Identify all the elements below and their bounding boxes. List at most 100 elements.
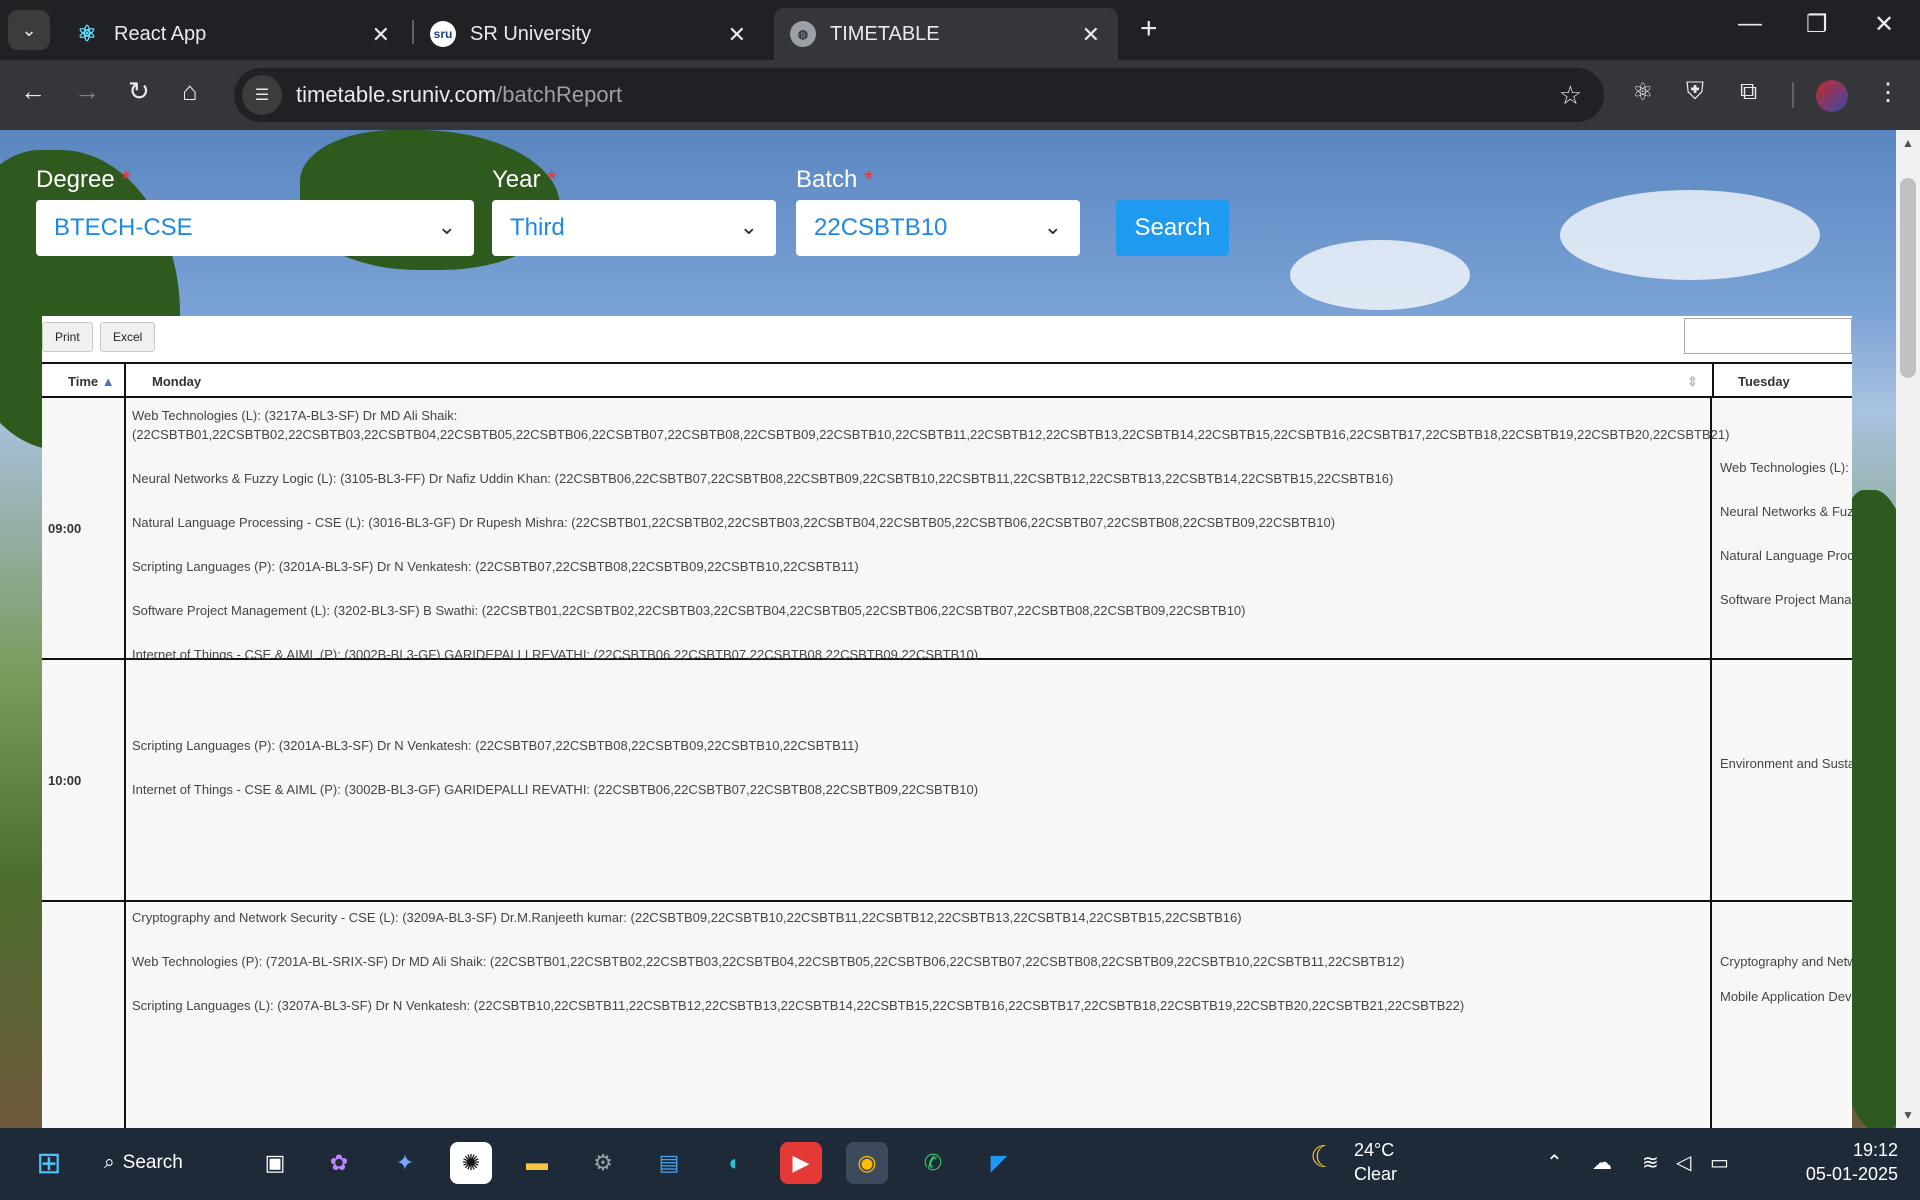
tab-sr-university[interactable]: sru SR University ✕ — [414, 8, 764, 60]
close-tab-icon[interactable]: ✕ — [1082, 22, 1100, 48]
page-scrollbar[interactable]: ▲ ▼ — [1896, 130, 1920, 1128]
scrollbar-thumb[interactable] — [1900, 178, 1916, 378]
column-header-time[interactable]: Time ▲ — [68, 374, 115, 389]
class-entry: Internet of Things - CSE & AIML (P): (30… — [132, 782, 979, 797]
class-entry: Cryptography and Network Security - CSE … — [132, 910, 1242, 925]
year-select[interactable]: Third ⌄ — [492, 200, 776, 256]
table-row: Cryptography and Network Security - CSE … — [42, 902, 1852, 1128]
sru-logo-icon: sru — [430, 21, 456, 47]
taskbar-search-button[interactable]: ⌕ Search — [104, 1142, 216, 1184]
page-background: Degree * BTECH-CSE ⌄ Year * Third ⌄ Batc… — [0, 130, 1896, 1128]
column-header-tuesday[interactable]: Tuesday — [1738, 374, 1790, 389]
time-cell: 09:00 — [42, 398, 126, 658]
youtube-icon[interactable]: ▶ — [780, 1142, 822, 1184]
tab-title: TIMETABLE — [830, 22, 940, 45]
onedrive-cloud-icon[interactable]: ☁ — [1592, 1150, 1612, 1175]
table-header: Time ▲ Monday ⇕ Tuesday — [42, 362, 1852, 398]
home-icon[interactable]: ⌂ — [182, 76, 198, 107]
search-button[interactable]: Search — [1116, 200, 1229, 256]
close-window-icon[interactable]: ✕ — [1874, 10, 1894, 39]
react-icon: ⚛ — [77, 21, 97, 46]
chevron-down-icon: ⌄ — [739, 214, 758, 239]
batch-select[interactable]: 22CSBTB10 ⌄ — [796, 200, 1080, 256]
whatsapp-icon[interactable]: ✆ — [912, 1142, 954, 1184]
browser-menu-icon[interactable]: ⋮ — [1876, 78, 1900, 107]
close-tab-icon[interactable]: ✕ — [372, 22, 390, 48]
excel-button[interactable]: Excel — [100, 322, 156, 352]
vscode-icon[interactable]: ◤ — [978, 1142, 1020, 1184]
tab-timetable[interactable]: ◍ TIMETABLE ✕ — [774, 8, 1118, 60]
tab-title: React App — [114, 22, 207, 45]
chevron-down-icon: ⌄ — [1043, 214, 1062, 239]
time-cell — [42, 902, 126, 1128]
cloud-decoration — [1290, 240, 1470, 310]
print-button[interactable]: Print — [42, 322, 93, 352]
search-icon: ⌕ — [104, 1152, 115, 1173]
forward-arrow-icon[interactable]: → — [74, 76, 100, 107]
class-entry: Scripting Languages (P): (3201A-BL3-SF) … — [132, 559, 859, 574]
class-entry: Natural Language Processing - CSE (L): (… — [132, 515, 1336, 530]
monday-cell: Scripting Languages (P): (3201A-BL3-SF) … — [126, 660, 1712, 900]
class-entry: Neural Networks & Fuzzy Logic (L): (3105… — [132, 471, 1394, 486]
sort-icon[interactable]: ⇕ — [1687, 374, 1698, 390]
reload-icon[interactable]: ↻ — [128, 76, 150, 107]
sort-ascending-icon: ▲ — [101, 374, 115, 389]
tuesday-cell: Web Technologies (L): Neural Networks & … — [1714, 398, 1852, 658]
close-tab-icon[interactable]: ✕ — [728, 22, 746, 48]
monday-cell: Cryptography and Network Security - CSE … — [126, 902, 1712, 1128]
browser-tabstrip: ⌄ ⚛ React App ✕ sru SR University ✕ ◍ TI… — [0, 0, 1920, 60]
time-cell: 10:00 — [42, 660, 126, 900]
windows-start-icon[interactable]: ⊞ — [28, 1142, 70, 1184]
shield-extension-icon[interactable]: ⛨ — [1686, 78, 1704, 106]
taskbar-search-label: Search — [122, 1152, 183, 1173]
back-arrow-icon[interactable]: ← — [20, 76, 46, 107]
settings-gear-icon[interactable]: ⚙ — [582, 1142, 624, 1184]
react-devtools-icon[interactable]: ⚛ — [1632, 78, 1654, 107]
class-entry: Natural Language Proc — [1720, 548, 1852, 563]
task-view-icon[interactable]: ▣ — [254, 1142, 296, 1184]
taskbar-clock[interactable]: 19:12 05-01-2025 — [1806, 1138, 1898, 1186]
gemini-icon[interactable]: ✦ — [384, 1142, 426, 1184]
batch-value: 22CSBTB10 — [814, 214, 948, 241]
class-entry: Web Technologies (L): (3217A-BL3-SF) Dr … — [132, 408, 1730, 442]
tab-search-menu-button[interactable]: ⌄ — [8, 10, 50, 50]
copilot-icon[interactable]: ✿ — [318, 1142, 360, 1184]
notepad-icon[interactable]: ▤ — [648, 1142, 690, 1184]
profile-avatar[interactable] — [1816, 80, 1848, 112]
cloud-decoration — [1560, 190, 1820, 280]
address-bar[interactable]: ☰ timetable.sruniv.com/batchReport ☆ — [234, 68, 1604, 122]
minimize-icon[interactable]: — — [1738, 10, 1762, 38]
clock-date: 05-01-2025 — [1805, 1164, 1898, 1184]
chatgpt-icon[interactable]: ✺ — [450, 1142, 492, 1184]
bookmark-star-icon[interactable]: ☆ — [1559, 80, 1582, 111]
weather-widget[interactable]: ☾ 24°C Clear — [1310, 1138, 1397, 1186]
scroll-up-arrow-icon[interactable]: ▲ — [1902, 136, 1914, 150]
url-host: timetable.sruniv.com — [296, 82, 497, 107]
chevron-down-icon: ⌄ — [437, 214, 456, 239]
restore-icon[interactable]: ❐ — [1806, 10, 1828, 39]
weather-temp: 24°C — [1354, 1140, 1395, 1160]
degree-label: Degree * — [36, 166, 131, 193]
chevron-up-icon[interactable]: ⌃ — [1546, 1150, 1563, 1175]
table-row: 09:00 Web Technologies (L): (3217A-BL3-S… — [42, 398, 1852, 662]
site-info-icon[interactable]: ☰ — [242, 75, 282, 115]
tab-react-app[interactable]: ⚛ React App ✕ — [58, 8, 408, 60]
tab-title: SR University — [470, 22, 592, 45]
degree-value: BTECH-CSE — [54, 214, 193, 241]
scroll-down-arrow-icon[interactable]: ▼ — [1902, 1108, 1914, 1122]
degree-select[interactable]: BTECH-CSE ⌄ — [36, 200, 474, 256]
column-header-monday[interactable]: Monday — [152, 374, 201, 389]
wifi-icon[interactable]: ≋ — [1642, 1150, 1659, 1175]
battery-icon[interactable]: ▭ — [1710, 1150, 1729, 1175]
extensions-puzzle-icon[interactable]: ⧉ — [1740, 78, 1757, 106]
edge-browser-icon[interactable]: ◐ — [714, 1142, 756, 1184]
class-entry: Scripting Languages (L): (3207A-BL3-SF) … — [132, 998, 1465, 1013]
browser-toolbar: ← → ↻ ⌂ ☰ timetable.sruniv.com/batchRepo… — [0, 60, 1920, 130]
chrome-icon[interactable]: ◉ — [846, 1142, 888, 1184]
volume-icon[interactable]: ◁ — [1676, 1150, 1691, 1175]
file-explorer-icon[interactable]: ▬ — [516, 1142, 558, 1184]
class-entry: Software Project Management (L): (3202-B… — [132, 603, 1246, 618]
column-divider — [1712, 364, 1714, 398]
new-tab-plus-icon[interactable]: + — [1140, 12, 1158, 46]
table-search-input[interactable] — [1684, 318, 1852, 354]
